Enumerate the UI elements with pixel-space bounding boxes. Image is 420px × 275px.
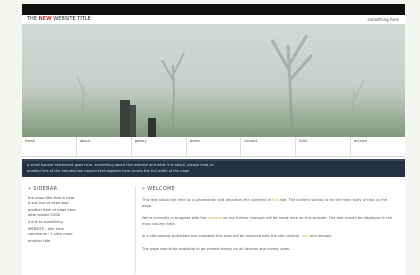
para-text: This text should be here as a placeholde… [142,198,273,202]
sidebar-item: date posted 2008 [28,213,60,217]
content-paragraph: We're currently in progress with this we… [142,216,398,227]
page-container: THE NEW WEBSITE TITLE something here hom… [22,4,405,275]
nav-label: archive [354,139,368,143]
nav-item-gallery[interactable]: gallery [130,137,186,156]
nav-label: about [79,139,90,143]
para-text: The page should be available to be viewe… [142,246,291,251]
site-title-prefix: THE [27,16,37,22]
nav-item-home[interactable]: home [22,137,76,156]
sidebar: » SIDEBAR the news title that is here a … [28,186,126,274]
sidebar-item: a sub line of news text [28,201,69,205]
nav-bar: home about gallery works contact links a… [22,137,405,157]
nav-label: works [189,139,200,143]
top-bar [22,4,405,15]
nav-item-works[interactable]: works [185,137,241,156]
nav-item-links[interactable]: links [295,137,350,156]
intro-banner: a small banner statement goes here, some… [22,159,405,177]
hero-image [22,25,405,137]
para-text: We're currently in progress with this [142,216,209,220]
nav-label: links [299,139,308,143]
foggy-landscape-image [22,25,405,137]
sidebar-title: » SIDEBAR [28,186,58,192]
para-text: In a site already published and availabl… [142,234,302,238]
nav-label: contact [244,139,258,143]
para-link[interactable]: website [208,216,222,220]
site-title[interactable]: THE NEW WEBSITE TITLE [27,16,91,23]
nav-item-contact[interactable]: contact [240,137,295,156]
sidebar-item[interactable]: comments : 1 view more [28,232,126,237]
banner-line-2: another line of the introduction banner … [27,169,190,173]
content-paragraph: This text should be here as a placeholde… [142,198,398,209]
main-content: » WELCOME This text should be here as a … [142,186,398,274]
header: THE NEW WEBSITE TITLE something here [22,15,405,25]
column-divider [135,186,136,274]
nav-item-about[interactable]: about [75,137,131,156]
site-title-rest: WEBSITE TITLE [53,16,91,22]
main-title: » WELCOME [142,186,176,192]
site-title-accent: NEW [38,16,52,22]
nav-label: home [25,139,35,143]
sidebar-item[interactable]: another title [28,239,126,244]
sidebar-item[interactable]: a link to something [28,220,126,225]
header-link[interactable]: something here [368,17,399,22]
banner-line-1: a small banner statement goes here, some… [27,163,214,167]
nav-label: gallery [134,139,147,143]
para-text: and images. [308,234,333,238]
content-paragraph: The page should be available to be viewe… [142,247,398,253]
nav-item-archive[interactable]: archive [350,137,405,156]
content-paragraph: In a site already published and availabl… [142,234,398,240]
para-link[interactable]: text [302,234,309,238]
page-background: THE NEW WEBSITE TITLE something here hom… [0,0,420,275]
